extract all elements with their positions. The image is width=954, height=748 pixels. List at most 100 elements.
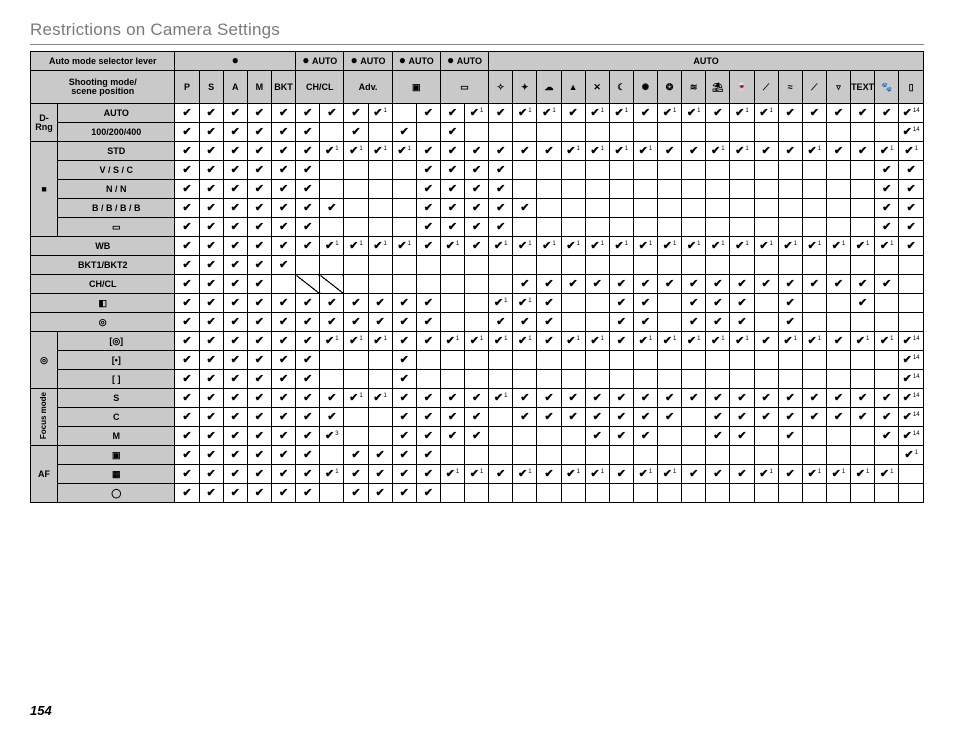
cell-12-6: ✔1: [320, 332, 344, 351]
cell-9-9: [392, 275, 416, 294]
cell-17-26: [802, 427, 826, 446]
cell-2-11: ✔: [440, 142, 464, 161]
cell-13-19: [633, 351, 657, 370]
cell-7-5: ✔: [296, 237, 320, 256]
page-title: Restrictions on Camera Settings: [30, 20, 924, 40]
cell-17-6: ✔3: [320, 427, 344, 446]
cell-10-28: ✔: [851, 294, 875, 313]
cell-7-1: ✔: [199, 237, 223, 256]
cell-18-29: [875, 446, 899, 465]
cell-11-23: ✔: [730, 313, 754, 332]
cell-5-2: ✔: [223, 199, 247, 218]
cell-20-18: [609, 484, 633, 503]
cell-9-4: [271, 275, 295, 294]
cell-7-23: ✔1: [730, 237, 754, 256]
cell-19-14: ✔1: [513, 465, 537, 484]
cell-11-16: [561, 313, 585, 332]
cell-0-10: ✔: [416, 104, 440, 123]
cell-5-28: [851, 199, 875, 218]
cell-10-25: ✔: [778, 294, 802, 313]
cell-4-24: [754, 180, 778, 199]
cell-11-13: ✔: [489, 313, 513, 332]
cell-8-18: [609, 256, 633, 275]
cell-16-19: ✔: [633, 408, 657, 427]
cell-14-21: [682, 370, 706, 389]
cell-6-16: [561, 218, 585, 237]
cell-1-4: ✔: [271, 123, 295, 142]
cell-9-16: ✔: [561, 275, 585, 294]
cell-5-22: [706, 199, 730, 218]
cell-12-14: ✔1: [513, 332, 537, 351]
cell-0-24: ✔1: [754, 104, 778, 123]
cell-7-13: ✔1: [489, 237, 513, 256]
cell-7-9: ✔1: [392, 237, 416, 256]
cell-6-4: ✔: [271, 218, 295, 237]
cat-15: Focus mode: [31, 389, 58, 446]
cell-7-6: ✔1: [320, 237, 344, 256]
cell-6-2: ✔: [223, 218, 247, 237]
cell-2-24: ✔: [754, 142, 778, 161]
cell-4-19: [633, 180, 657, 199]
cell-5-27: [826, 199, 850, 218]
cell-19-19: ✔1: [633, 465, 657, 484]
cell-9-28: ✔: [851, 275, 875, 294]
col-box2: ▭: [440, 71, 488, 104]
cell-19-12: ✔1: [465, 465, 489, 484]
cell-17-27: [826, 427, 850, 446]
cell-15-4: ✔: [271, 389, 295, 408]
col-c14: ✦: [513, 71, 537, 104]
cell-20-2: ✔: [223, 484, 247, 503]
cell-8-2: ✔: [223, 256, 247, 275]
cell-19-22: ✔: [706, 465, 730, 484]
rowlabel-2: STD: [58, 142, 175, 161]
col-c19: ✺: [633, 71, 657, 104]
auto-mode-label: Auto mode selector lever: [31, 52, 175, 71]
cell-4-20: [658, 180, 682, 199]
cell-7-24: ✔1: [754, 237, 778, 256]
cell-14-22: [706, 370, 730, 389]
cell-15-28: ✔: [851, 389, 875, 408]
cell-20-21: [682, 484, 706, 503]
rowlabel-18: ▣: [58, 446, 175, 465]
cell-18-21: [682, 446, 706, 465]
cell-10-30: [899, 294, 924, 313]
rowlabel-5: B / B / B / B: [58, 199, 175, 218]
cell-10-2: ✔: [223, 294, 247, 313]
cell-12-19: ✔1: [633, 332, 657, 351]
cell-4-14: [513, 180, 537, 199]
cell-16-3: ✔: [247, 408, 271, 427]
cell-17-23: ✔: [730, 427, 754, 446]
cell-2-22: ✔1: [706, 142, 730, 161]
cell-6-13: ✔: [489, 218, 513, 237]
cell-0-2: ✔: [223, 104, 247, 123]
cell-4-10: ✔: [416, 180, 440, 199]
cell-5-9: [392, 199, 416, 218]
cell-1-10: [416, 123, 440, 142]
cell-9-24: ✔: [754, 275, 778, 294]
cell-14-19: [633, 370, 657, 389]
cell-0-14: ✔1: [513, 104, 537, 123]
cell-4-2: ✔: [223, 180, 247, 199]
cell-20-17: [585, 484, 609, 503]
cell-1-19: [633, 123, 657, 142]
cell-19-18: ✔: [609, 465, 633, 484]
cell-0-16: ✔: [561, 104, 585, 123]
cell-13-8: [368, 351, 392, 370]
cell-11-24: [754, 313, 778, 332]
cell-4-25: [778, 180, 802, 199]
cell-15-18: ✔: [609, 389, 633, 408]
rowlabel-8: BKT1/BKT2: [31, 256, 175, 275]
cell-11-4: ✔: [271, 313, 295, 332]
cell-9-5: [296, 275, 320, 294]
cell-16-28: ✔: [851, 408, 875, 427]
cell-15-30: ✔14: [899, 389, 924, 408]
cell-13-21: [682, 351, 706, 370]
cat-2: ■: [31, 142, 58, 237]
cell-6-10: ✔: [416, 218, 440, 237]
cell-8-27: [826, 256, 850, 275]
cell-2-21: ✔: [682, 142, 706, 161]
cell-7-30: ✔: [899, 237, 924, 256]
cell-8-1: ✔: [199, 256, 223, 275]
cell-13-22: [706, 351, 730, 370]
cell-0-25: ✔: [778, 104, 802, 123]
